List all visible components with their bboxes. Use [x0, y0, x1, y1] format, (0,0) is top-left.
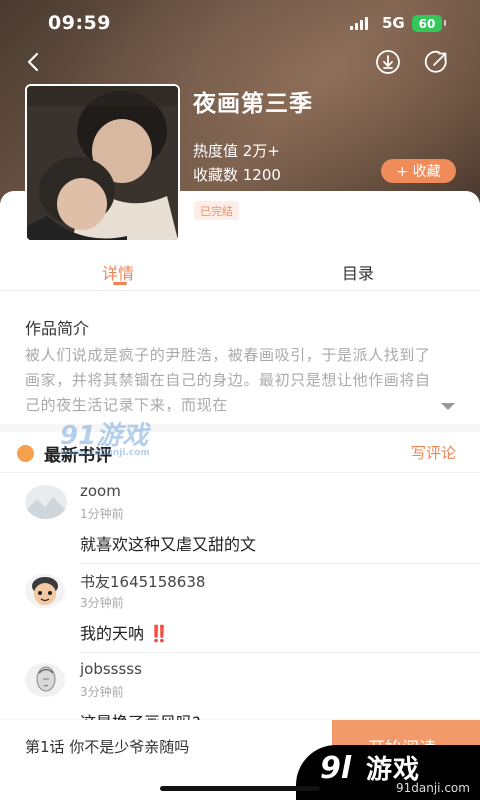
brand-url: 91danji.com: [396, 781, 470, 795]
active-tab-indicator: [113, 282, 127, 285]
divider: [80, 652, 480, 653]
status-bar: 09:59 5G 60: [0, 0, 480, 48]
watermark-url: www.91danji.com: [60, 448, 150, 458]
network-label: 5G: [382, 14, 405, 32]
signal-icon: [350, 17, 368, 30]
tab-details[interactable]: 详情: [102, 260, 134, 284]
download-icon[interactable]: [372, 46, 404, 78]
intro-text: 被人们说成是疯子的尹胜浩，被春画吸引，于是派人找到了画家，并将其禁锢在自己的身边…: [25, 346, 431, 414]
book-cover[interactable]: [25, 84, 180, 242]
favorite-button[interactable]: + 收藏: [381, 159, 456, 183]
write-review-button[interactable]: 写评论: [411, 442, 456, 463]
content-card: [0, 191, 480, 800]
heat-value: 热度值 2万+: [193, 142, 280, 160]
next-chapter-link[interactable]: 第1话 你不是少爷亲随吗: [25, 736, 189, 757]
review-time: 3分钟前: [80, 596, 124, 610]
expand-chevron-icon[interactable]: [440, 397, 456, 416]
favorite-count: 收藏数 1200: [193, 166, 281, 184]
brand-logo: 9l: [320, 751, 352, 786]
share-icon[interactable]: [421, 46, 453, 78]
review-text: 就喜欢这种又虐又甜的文: [80, 535, 257, 554]
tab-contents[interactable]: 目录: [342, 260, 374, 284]
battery-icon: 60: [412, 15, 446, 32]
review-time: 3分钟前: [80, 685, 124, 699]
landscape-avatar[interactable]: [25, 485, 67, 519]
review-username[interactable]: jobsssss: [80, 660, 142, 678]
divider: [0, 290, 480, 291]
brand-watermark: 9l 游戏 91danji.com: [296, 745, 480, 800]
review-username[interactable]: zoom: [80, 482, 121, 500]
book-title: 夜画第三季: [193, 91, 313, 117]
back-icon[interactable]: [18, 46, 50, 78]
review-time: 1分钟前: [80, 507, 124, 521]
cartoon-avatar[interactable]: [25, 574, 65, 608]
intro-heading: 作品简介: [25, 319, 90, 338]
review-username[interactable]: 书友1645158638: [80, 571, 205, 592]
watermark-logo: 91游戏: [60, 421, 149, 451]
status-badge: 已完结: [194, 201, 239, 220]
divider: [0, 472, 480, 473]
home-indicator[interactable]: [160, 786, 320, 791]
review-text: 我的天呐 ‼️: [80, 624, 170, 643]
divider: [80, 563, 480, 564]
site-watermark: 91游戏 www.91danji.com: [60, 415, 170, 458]
sketch-avatar[interactable]: [25, 663, 65, 697]
status-time: 09:59: [48, 12, 111, 34]
reviews-icon: [17, 445, 34, 462]
